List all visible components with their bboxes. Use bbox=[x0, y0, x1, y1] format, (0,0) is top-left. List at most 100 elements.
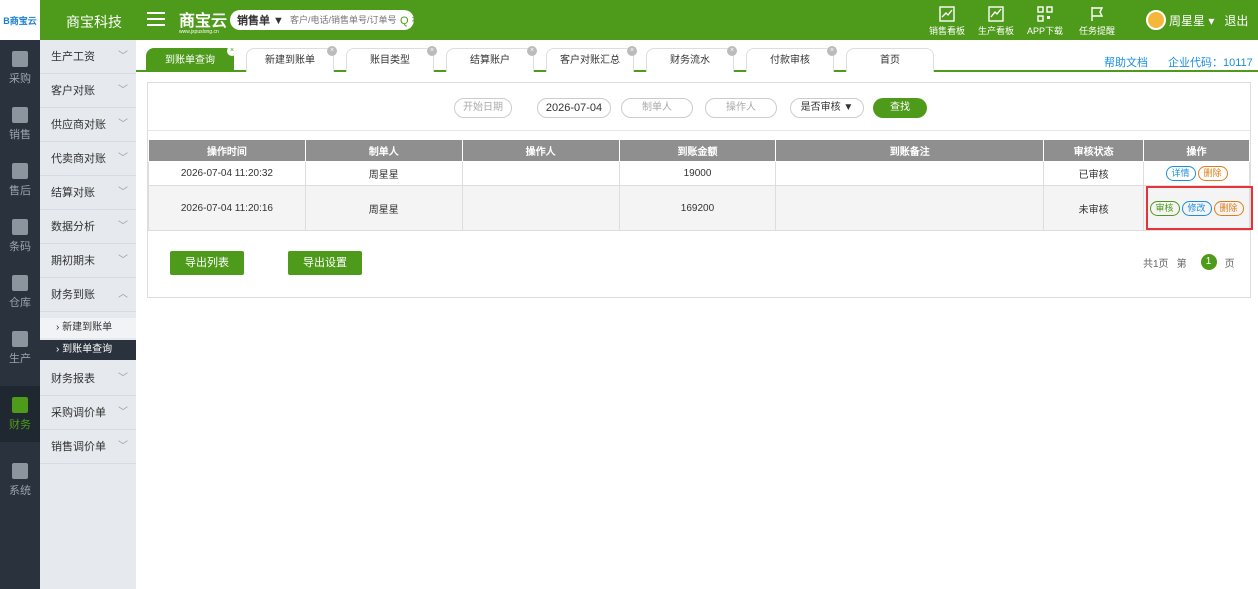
rail-item-after-sales[interactable]: 售后 bbox=[0, 152, 40, 208]
brand-name: 商宝科技 bbox=[66, 14, 122, 30]
help-docs-link[interactable]: 帮助文档 bbox=[1104, 54, 1148, 70]
subnav-label: 结算对账 bbox=[51, 187, 95, 199]
export-settings-button[interactable]: 导出设置 bbox=[288, 251, 362, 275]
cell-amount: 19000 bbox=[618, 161, 777, 186]
tab-home[interactable]: 首页 bbox=[846, 48, 934, 72]
subnav-item-data-analysis[interactable]: 数据分析 ﹀ bbox=[40, 210, 136, 244]
tab-arrival-query[interactable]: 到账单查询 × bbox=[146, 46, 237, 72]
table-row[interactable]: 2026-07-04 11:20:32 周星星 19000 已审核 详情 删除 bbox=[148, 161, 1250, 186]
barcode-icon bbox=[12, 218, 28, 235]
company-logo: B商宝云 bbox=[0, 0, 40, 40]
tool-label: 销售看板 bbox=[928, 26, 965, 36]
rail-label: 仓库 bbox=[9, 296, 31, 309]
subnav-item-finance-report[interactable]: 财务报表 ﹀ bbox=[40, 362, 136, 396]
warehouse-icon bbox=[12, 274, 28, 291]
maker-input[interactable]: 制单人 bbox=[621, 98, 693, 118]
close-icon[interactable]: × bbox=[427, 46, 437, 56]
ops-highlight-box bbox=[1146, 186, 1253, 230]
rail-item-production[interactable]: 生产 bbox=[0, 320, 40, 376]
tab-finance-flow[interactable]: 财务流水 × bbox=[646, 46, 737, 72]
subnav-item-customer-reconcile[interactable]: 客户对账 ﹀ bbox=[40, 74, 136, 108]
rail-item-purchase[interactable]: 采购 bbox=[0, 40, 40, 96]
tab-new-arrival[interactable]: 新建到账单 × bbox=[246, 46, 337, 72]
tab-settlement-account[interactable]: 结算账户 × bbox=[446, 46, 537, 72]
close-icon[interactable]: × bbox=[327, 46, 337, 56]
page-number-button[interactable]: 1 bbox=[1200, 254, 1217, 270]
subnav-item-supplier-reconcile[interactable]: 供应商对账 ﹀ bbox=[40, 108, 136, 142]
end-date-input[interactable]: 2026-07-04 bbox=[537, 98, 611, 118]
close-icon[interactable]: × bbox=[527, 46, 537, 56]
subnav-item-purchase-price[interactable]: 采购调价单 ﹀ bbox=[40, 396, 136, 430]
rail-item-system[interactable]: 系统 bbox=[0, 452, 40, 508]
export-list-button[interactable]: 导出列表 bbox=[170, 251, 244, 275]
audit-status-select[interactable]: 是否审核 ▼ bbox=[790, 98, 864, 118]
chevron-down-icon: ﹀ bbox=[118, 51, 128, 62]
subnav-item-sales-price[interactable]: 销售调价单 ﹀ bbox=[40, 430, 136, 464]
col-header[interactable]: 制单人 bbox=[304, 139, 463, 162]
chevron-down-icon: ﹀ bbox=[118, 407, 128, 418]
tab-customer-summary[interactable]: 客户对账汇总 × bbox=[546, 46, 637, 72]
pagination: 共1页 第 1 页 bbox=[1143, 254, 1235, 270]
subnav-item-production-wages[interactable]: 生产工资 ﹀ bbox=[40, 40, 136, 74]
cart-icon bbox=[12, 50, 28, 67]
rail-item-barcode[interactable]: 条码 bbox=[0, 208, 40, 264]
subnav-item-agent-reconcile[interactable]: 代卖商对账 ﹀ bbox=[40, 142, 136, 176]
search-button[interactable]: Q 搜索 bbox=[400, 12, 414, 28]
col-header[interactable]: 操作人 bbox=[461, 139, 620, 162]
tab-label: 首页 bbox=[880, 55, 900, 66]
tab-label: 新建到账单 bbox=[265, 55, 315, 66]
delete-button[interactable]: 删除 bbox=[1197, 166, 1228, 181]
search-type-select[interactable]: 销售单 ▼ bbox=[230, 12, 284, 28]
detail-button[interactable]: 详情 bbox=[1165, 166, 1196, 181]
pager-ye: 页 bbox=[1224, 258, 1235, 270]
col-header[interactable]: 到账备注 bbox=[775, 139, 1045, 162]
col-header[interactable]: 到账金额 bbox=[618, 139, 777, 162]
sales-dashboard-button[interactable]: 销售看板 bbox=[924, 4, 970, 37]
subnav-sub-new-arrival[interactable]: › 新建到账单 bbox=[40, 318, 136, 338]
rail-item-finance[interactable]: 财务 bbox=[0, 386, 40, 442]
operator-input[interactable]: 操作人 bbox=[705, 98, 777, 118]
col-header[interactable]: 审核状态 bbox=[1043, 139, 1145, 162]
tab-label: 到账单查询 bbox=[165, 55, 215, 66]
cell-time: 2026-07-04 11:20:16 bbox=[148, 185, 306, 231]
task-reminder-button[interactable]: 任务提醒 bbox=[1074, 4, 1120, 37]
tab-payment-audit[interactable]: 付款审核 × bbox=[746, 46, 837, 72]
cell-operator bbox=[461, 161, 620, 186]
rail-item-warehouse[interactable]: 仓库 bbox=[0, 264, 40, 320]
tool-label: 任务提醒 bbox=[1078, 26, 1115, 36]
company-code: 企业代码：10117 bbox=[1168, 57, 1253, 69]
subnav-label: 客户对账 bbox=[51, 85, 95, 97]
user-name[interactable]: 周星星 ▾ bbox=[1169, 12, 1214, 29]
close-icon[interactable]: × bbox=[227, 46, 237, 56]
subnav-item-period[interactable]: 期初期末 ﹀ bbox=[40, 244, 136, 278]
find-button[interactable]: 查找 bbox=[873, 98, 927, 118]
tab-label: 结算账户 bbox=[470, 55, 510, 66]
chart-icon bbox=[973, 4, 1019, 24]
calculator-icon bbox=[12, 396, 28, 413]
subnav-item-settlement[interactable]: 结算对账 ﹀ bbox=[40, 176, 136, 210]
chevron-down-icon: ﹀ bbox=[118, 119, 128, 130]
robot-arm-icon bbox=[12, 330, 28, 347]
arrival-query-panel: 开始日期 2026-07-04 制单人 操作人 是否审核 ▼ 查找 操作时间 制… bbox=[147, 82, 1253, 298]
production-dashboard-button[interactable]: 生产看板 bbox=[973, 4, 1019, 37]
logout-link[interactable]: 退出 bbox=[1224, 12, 1248, 29]
pager-total: 共1页 bbox=[1143, 258, 1169, 270]
subnav-sub-arrival-query[interactable]: › 到账单查询 bbox=[40, 340, 136, 360]
hamburger-menu-icon[interactable] bbox=[147, 12, 165, 26]
table-row[interactable]: 2026-07-04 11:20:16 周星星 169200 未审核 审核 修改删… bbox=[148, 185, 1250, 231]
start-date-input[interactable]: 开始日期 bbox=[454, 98, 512, 118]
col-header[interactable]: 操作时间 bbox=[148, 139, 306, 162]
subnav-label: 数据分析 bbox=[51, 221, 95, 233]
subnav-label: 期初期末 bbox=[51, 255, 95, 267]
tab-account-type[interactable]: 账目类型 × bbox=[346, 46, 437, 72]
close-icon[interactable]: × bbox=[627, 46, 637, 56]
rail-item-sales[interactable]: 销售 bbox=[0, 96, 40, 152]
user-menu[interactable]: 周星星 ▾ 退出 bbox=[1146, 10, 1248, 30]
subnav-item-finance-arrival[interactable]: 财务到账 ︿ bbox=[40, 278, 136, 312]
search-input[interactable] bbox=[289, 15, 400, 25]
close-icon[interactable]: × bbox=[727, 46, 737, 56]
close-icon[interactable]: × bbox=[827, 46, 837, 56]
cell-note bbox=[775, 161, 1045, 186]
app-download-button[interactable]: APP下载 bbox=[1022, 4, 1068, 37]
col-header: 操作 bbox=[1143, 139, 1250, 162]
